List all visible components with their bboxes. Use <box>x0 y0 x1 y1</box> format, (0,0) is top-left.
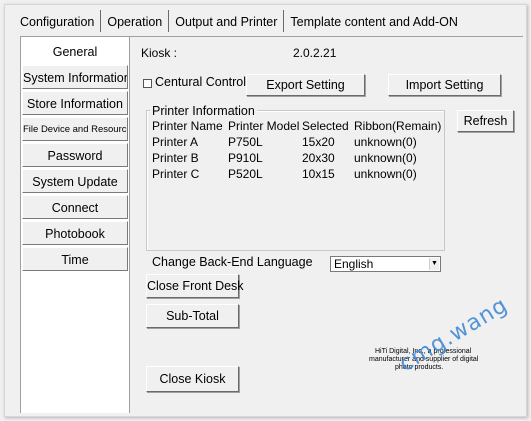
printer-c-name: Printer C <box>152 167 200 181</box>
language-select[interactable]: English ▼ <box>330 256 441 272</box>
sidebar-item-connect[interactable]: Connect <box>22 195 128 219</box>
general-panel: Kiosk : 2.0.2.21 Centural Control Export… <box>131 37 523 413</box>
sidebar: General System Information Store Informa… <box>21 37 130 413</box>
printer-a-model: P750L <box>228 135 263 149</box>
printer-c-selected: 10x15 <box>302 167 335 181</box>
printer-a-selected: 15x20 <box>302 135 335 149</box>
column-header-printer-model: Printer Model <box>228 119 300 133</box>
column-header-selected: Selected <box>302 119 349 133</box>
sidebar-item-password[interactable]: Password <box>22 143 128 167</box>
sidebar-item-system-information[interactable]: System Information <box>22 65 128 89</box>
import-setting-button[interactable]: Import Setting <box>388 74 501 96</box>
sidebar-item-file-device-and-resource[interactable]: File Device and Resource <box>22 117 128 141</box>
printer-b-ribbon: unknown(0) <box>354 151 417 165</box>
kiosk-version: 2.0.2.21 <box>293 46 337 60</box>
column-header-printer-name: Printer Name <box>152 119 223 133</box>
printer-c-ribbon: unknown(0) <box>354 167 417 181</box>
sidebar-item-store-information[interactable]: Store Information <box>22 91 128 115</box>
central-control-checkbox[interactable] <box>143 79 152 88</box>
tab-output-and-printer[interactable]: Output and Printer <box>169 10 285 32</box>
top-tab-bar: Configuration Operation Output and Print… <box>14 10 464 32</box>
close-front-desk-button[interactable]: Close Front Desk <box>146 274 244 298</box>
sidebar-item-time[interactable]: Time <box>22 247 128 271</box>
sidebar-item-photobook[interactable]: Photobook <box>22 221 128 245</box>
printer-c-model: P520L <box>228 167 263 181</box>
close-kiosk-button[interactable]: Close Kiosk <box>146 366 239 392</box>
export-setting-button[interactable]: Export Setting <box>246 74 365 96</box>
central-control-label: Centural Control <box>155 75 247 89</box>
printer-b-name: Printer B <box>152 151 199 165</box>
chevron-down-icon[interactable]: ▼ <box>429 258 439 270</box>
column-header-ribbon-remain: Ribbon(Remain) <box>354 119 442 133</box>
sidebar-item-system-update[interactable]: System Update <box>22 169 128 193</box>
language-label: Change Back-End Language <box>152 255 313 269</box>
kiosk-label: Kiosk : <box>141 46 178 60</box>
tab-operation[interactable]: Operation <box>101 10 170 32</box>
printer-b-selected: 20x30 <box>302 151 335 165</box>
printer-information-title: Printer Information <box>150 104 257 118</box>
refresh-button[interactable]: Refresh <box>457 110 514 132</box>
language-select-value: English <box>334 257 374 271</box>
configuration-content: General System Information Store Informa… <box>20 36 523 413</box>
printer-b-model: P910L <box>228 151 263 165</box>
sidebar-item-general[interactable]: General <box>22 39 128 63</box>
tab-template-content[interactable]: Template content and Add-ON <box>284 10 464 32</box>
printer-a-name: Printer A <box>152 135 199 149</box>
tab-configuration[interactable]: Configuration <box>14 10 102 32</box>
subtotal-button[interactable]: Sub-Total <box>146 304 239 328</box>
printer-a-ribbon: unknown(0) <box>354 135 417 149</box>
